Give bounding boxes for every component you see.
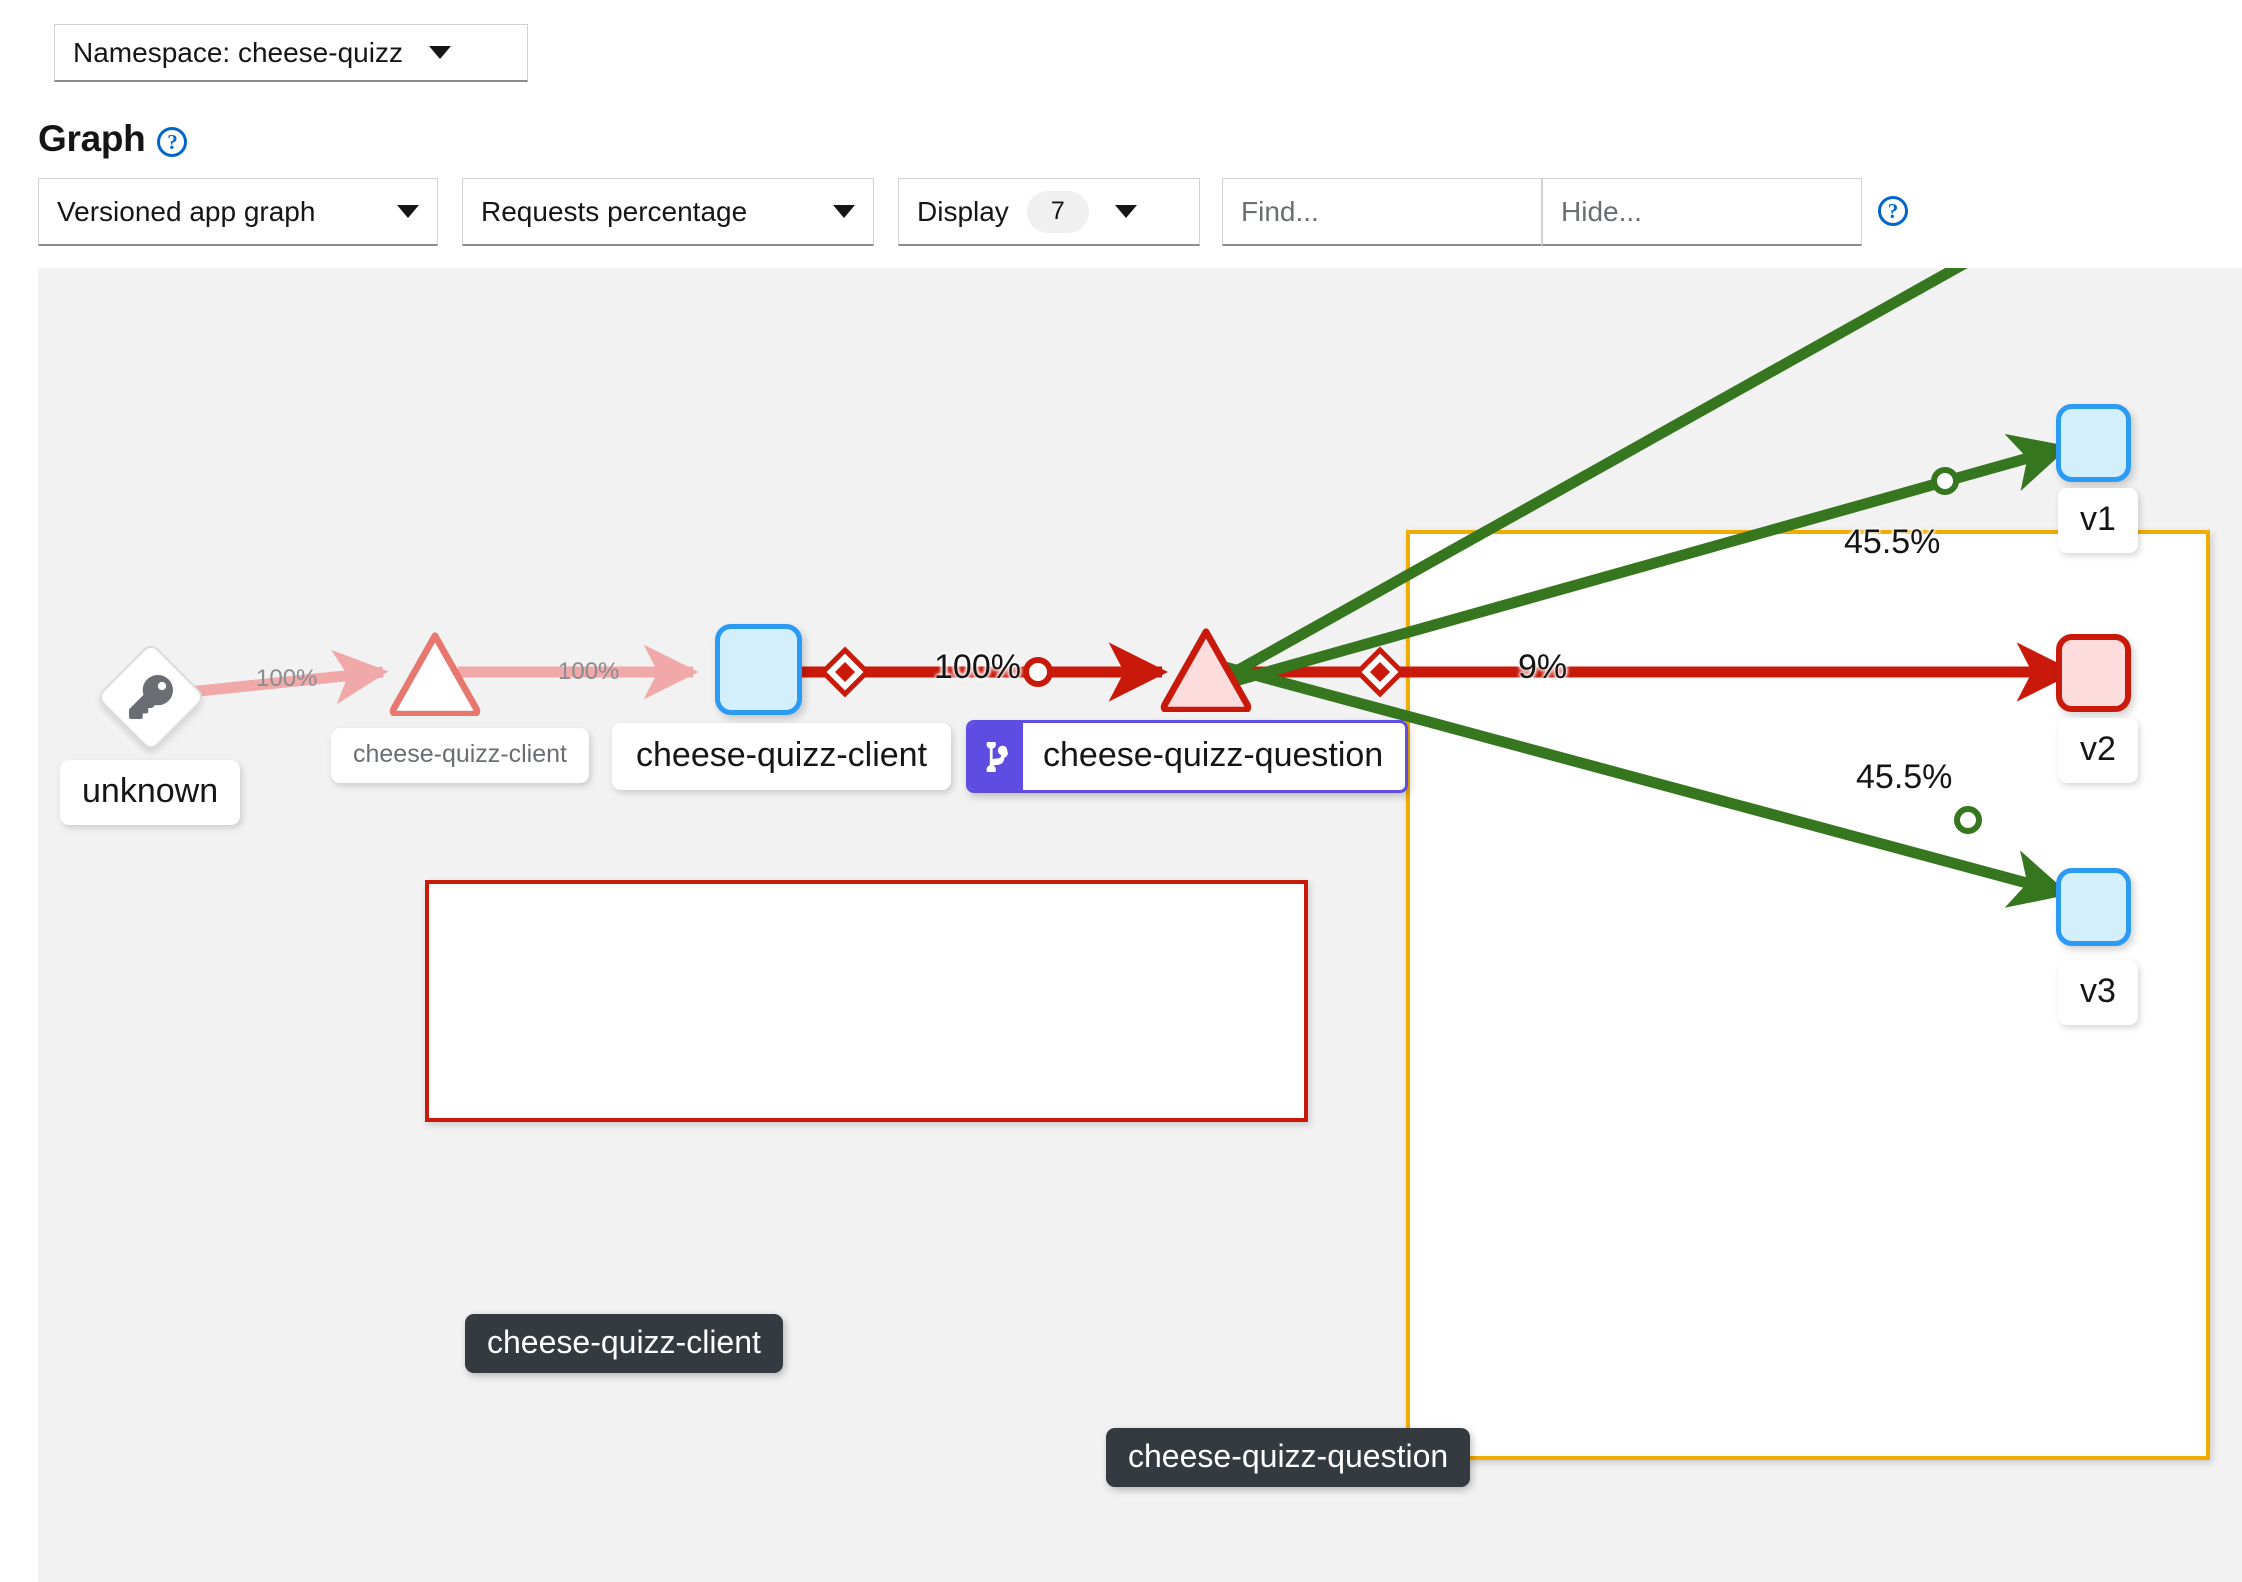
namespace-bar: Namespace: cheese-quizz (0, 0, 2242, 88)
question-circle-icon[interactable]: ? (157, 127, 188, 157)
node-label-v3[interactable]: v3 (2058, 960, 2138, 1025)
node-label-cheese-quizz-client-app[interactable]: cheese-quizz-client (612, 723, 952, 790)
node-label-cheese-quizz-client-service[interactable]: cheese-quizz-client (331, 728, 589, 783)
edge-metric-label: Requests percentage (481, 195, 748, 227)
node-v2[interactable] (2056, 634, 2131, 712)
graph-toolbar: Versioned app graph Requests percentage … (0, 178, 2242, 250)
group-label-cheese-quizz-client[interactable]: cheese-quizz-client (465, 1314, 783, 1373)
edge-green-to-v1[interactable] (1208, 433, 2070, 694)
node-label-v2[interactable]: v2 (2058, 718, 2138, 783)
hide-input[interactable] (1542, 178, 1862, 246)
display-options-selector[interactable]: Display 7 (898, 178, 1200, 246)
triangle-shape (1160, 628, 1252, 714)
diamond-shape (95, 641, 207, 753)
node-unknown[interactable] (95, 641, 207, 753)
graph-canvas[interactable]: unknown cheese-quizz-client cheese-quizz… (38, 268, 2242, 1582)
triangle-shape (389, 632, 481, 718)
find-input[interactable] (1222, 178, 1542, 246)
group-label-cheese-quizz-question[interactable]: cheese-quizz-question (1106, 1428, 1471, 1487)
edge-metric-selector[interactable]: Requests percentage (462, 178, 874, 246)
code-branch-icon (969, 723, 1023, 790)
question-circle-icon[interactable]: ? (1878, 196, 1908, 226)
node-v1[interactable] (2056, 404, 2131, 482)
node-label-cheese-quizz-question-service[interactable]: cheese-quizz-question (966, 720, 1409, 793)
node-cheese-quizz-client-app[interactable] (715, 624, 802, 715)
node-cheese-quizz-question-service[interactable] (1158, 626, 1254, 717)
namespace-selector[interactable]: Namespace: cheese-quizz (54, 24, 528, 82)
node-v3[interactable] (2056, 868, 2131, 946)
graph-type-label: Versioned app graph (57, 195, 316, 227)
page-title: Graph (38, 118, 146, 159)
node-label-v1[interactable]: v1 (2058, 488, 2138, 553)
caret-down-icon (397, 205, 419, 218)
node-cheese-quizz-client-service[interactable] (387, 630, 483, 721)
graph-edges-layer-green (1208, 433, 2070, 908)
graph-type-selector[interactable]: Versioned app graph (38, 178, 438, 246)
node-label-unknown[interactable]: unknown (60, 760, 241, 825)
display-count-badge: 7 (1026, 190, 1089, 233)
key-icon (129, 675, 173, 719)
display-label: Display (917, 195, 1009, 227)
page-title-row: Graph ? (38, 118, 188, 160)
node-label-text: cheese-quizz-question (1043, 736, 1384, 774)
caret-down-icon (1114, 205, 1137, 218)
caret-down-icon (428, 46, 451, 59)
namespace-selector-label: Namespace: cheese-quizz (73, 36, 403, 68)
caret-down-icon (833, 205, 855, 218)
